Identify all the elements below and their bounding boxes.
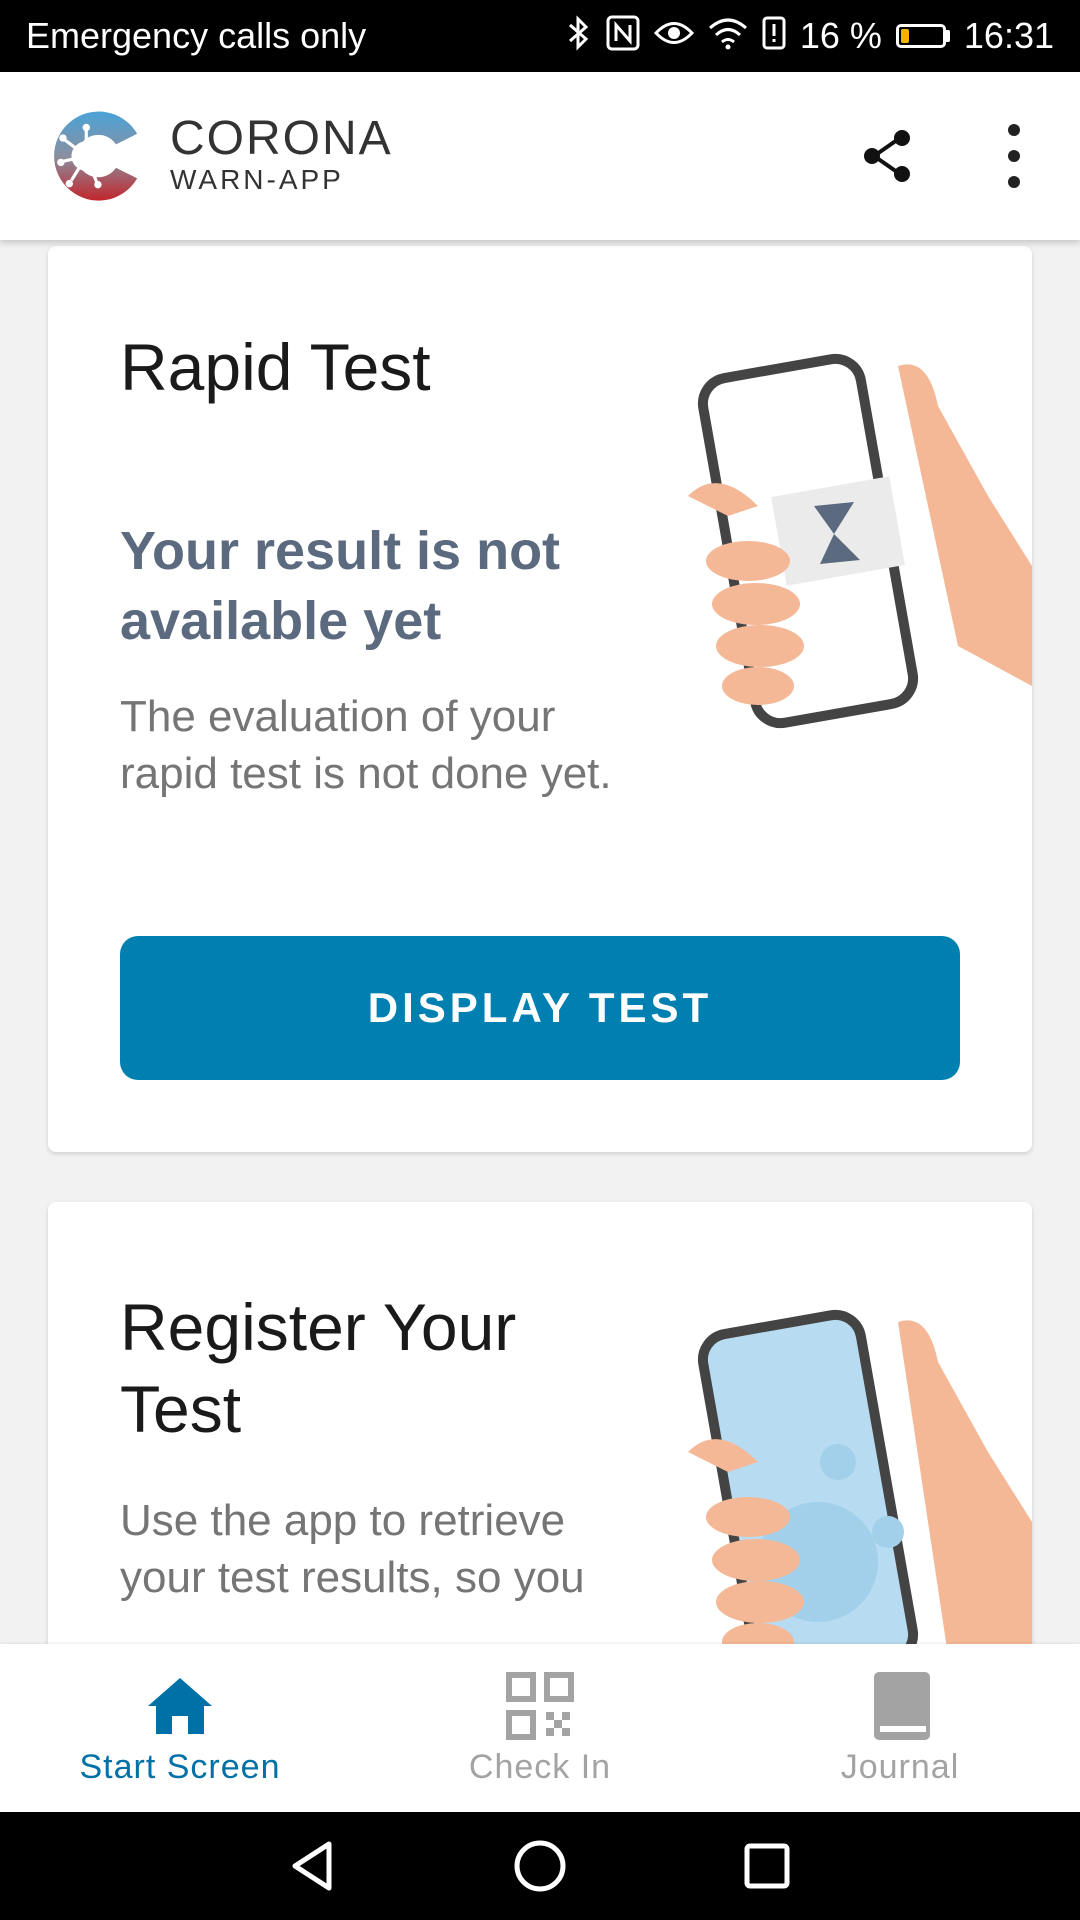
overflow-menu-button[interactable]: [990, 124, 1038, 188]
clock: 16:31: [963, 15, 1054, 56]
app-logo: CORONA WARN-APP: [46, 102, 393, 208]
display-test-button[interactable]: DISPLAY TEST: [120, 936, 960, 1080]
main-content[interactable]: Rapid Test Your result is not available …: [0, 240, 1080, 1644]
system-navigation-bar: [0, 1812, 1080, 1920]
home-circle-icon[interactable]: [510, 1836, 570, 1896]
carrier-text: Emergency calls only: [26, 15, 367, 56]
home-icon: [148, 1678, 212, 1734]
nav-label: Check In: [468, 1748, 612, 1786]
nfc-icon: [606, 15, 640, 57]
dot-icon: [1008, 124, 1020, 136]
phone-hourglass-illustration: [688, 353, 1032, 729]
status-bar: Emergency calls only 16 % 16:31: [0, 0, 1080, 72]
card-title: Rapid Test: [120, 330, 431, 404]
phone-virus-illustration: [688, 1309, 1032, 1644]
eye-icon: [653, 18, 694, 54]
register-test-card[interactable]: Register Your Test Use the app to retrie…: [48, 1202, 1032, 1644]
bottom-navigation: Start Screen Check In Journal: [0, 1644, 1080, 1812]
logo-line1: CORONA: [170, 112, 393, 165]
wifi-icon: [708, 16, 748, 56]
alert-icon: [762, 16, 786, 56]
recents-icon[interactable]: [737, 1836, 797, 1896]
nav-item-journal[interactable]: Journal: [720, 1644, 1080, 1812]
bluetooth-icon: [566, 15, 592, 57]
nav-item-check-in[interactable]: Check In: [360, 1644, 720, 1812]
status-icons: 16 % 16:31: [566, 15, 1054, 57]
share-icon: [864, 130, 910, 182]
nav-label: Start Screen: [79, 1748, 281, 1786]
result-heading: Your result is not available yet: [120, 521, 561, 651]
card-title: Register Your Test: [120, 1290, 517, 1446]
result-body: The evaluation of your rapid test is not…: [120, 692, 612, 798]
register-body: Use the app to retrieve your test result…: [120, 1496, 585, 1602]
battery-percent: 16 %: [799, 15, 882, 56]
nav-item-start-screen[interactable]: Start Screen: [0, 1644, 360, 1812]
back-icon[interactable]: [283, 1836, 343, 1896]
dot-icon: [1008, 176, 1020, 188]
qr-code-icon: [506, 1672, 574, 1740]
book-icon: [874, 1672, 930, 1740]
app-bar: CORONA WARN-APP: [0, 72, 1080, 240]
dot-icon: [1008, 150, 1020, 162]
logo-line2: WARN-APP: [170, 164, 344, 195]
share-button[interactable]: [860, 128, 916, 184]
corona-logo-icon: [54, 111, 138, 201]
nav-label: Journal: [840, 1748, 960, 1786]
rapid-test-card: Rapid Test Your result is not available …: [48, 246, 1032, 1152]
battery-icon: [895, 24, 950, 48]
